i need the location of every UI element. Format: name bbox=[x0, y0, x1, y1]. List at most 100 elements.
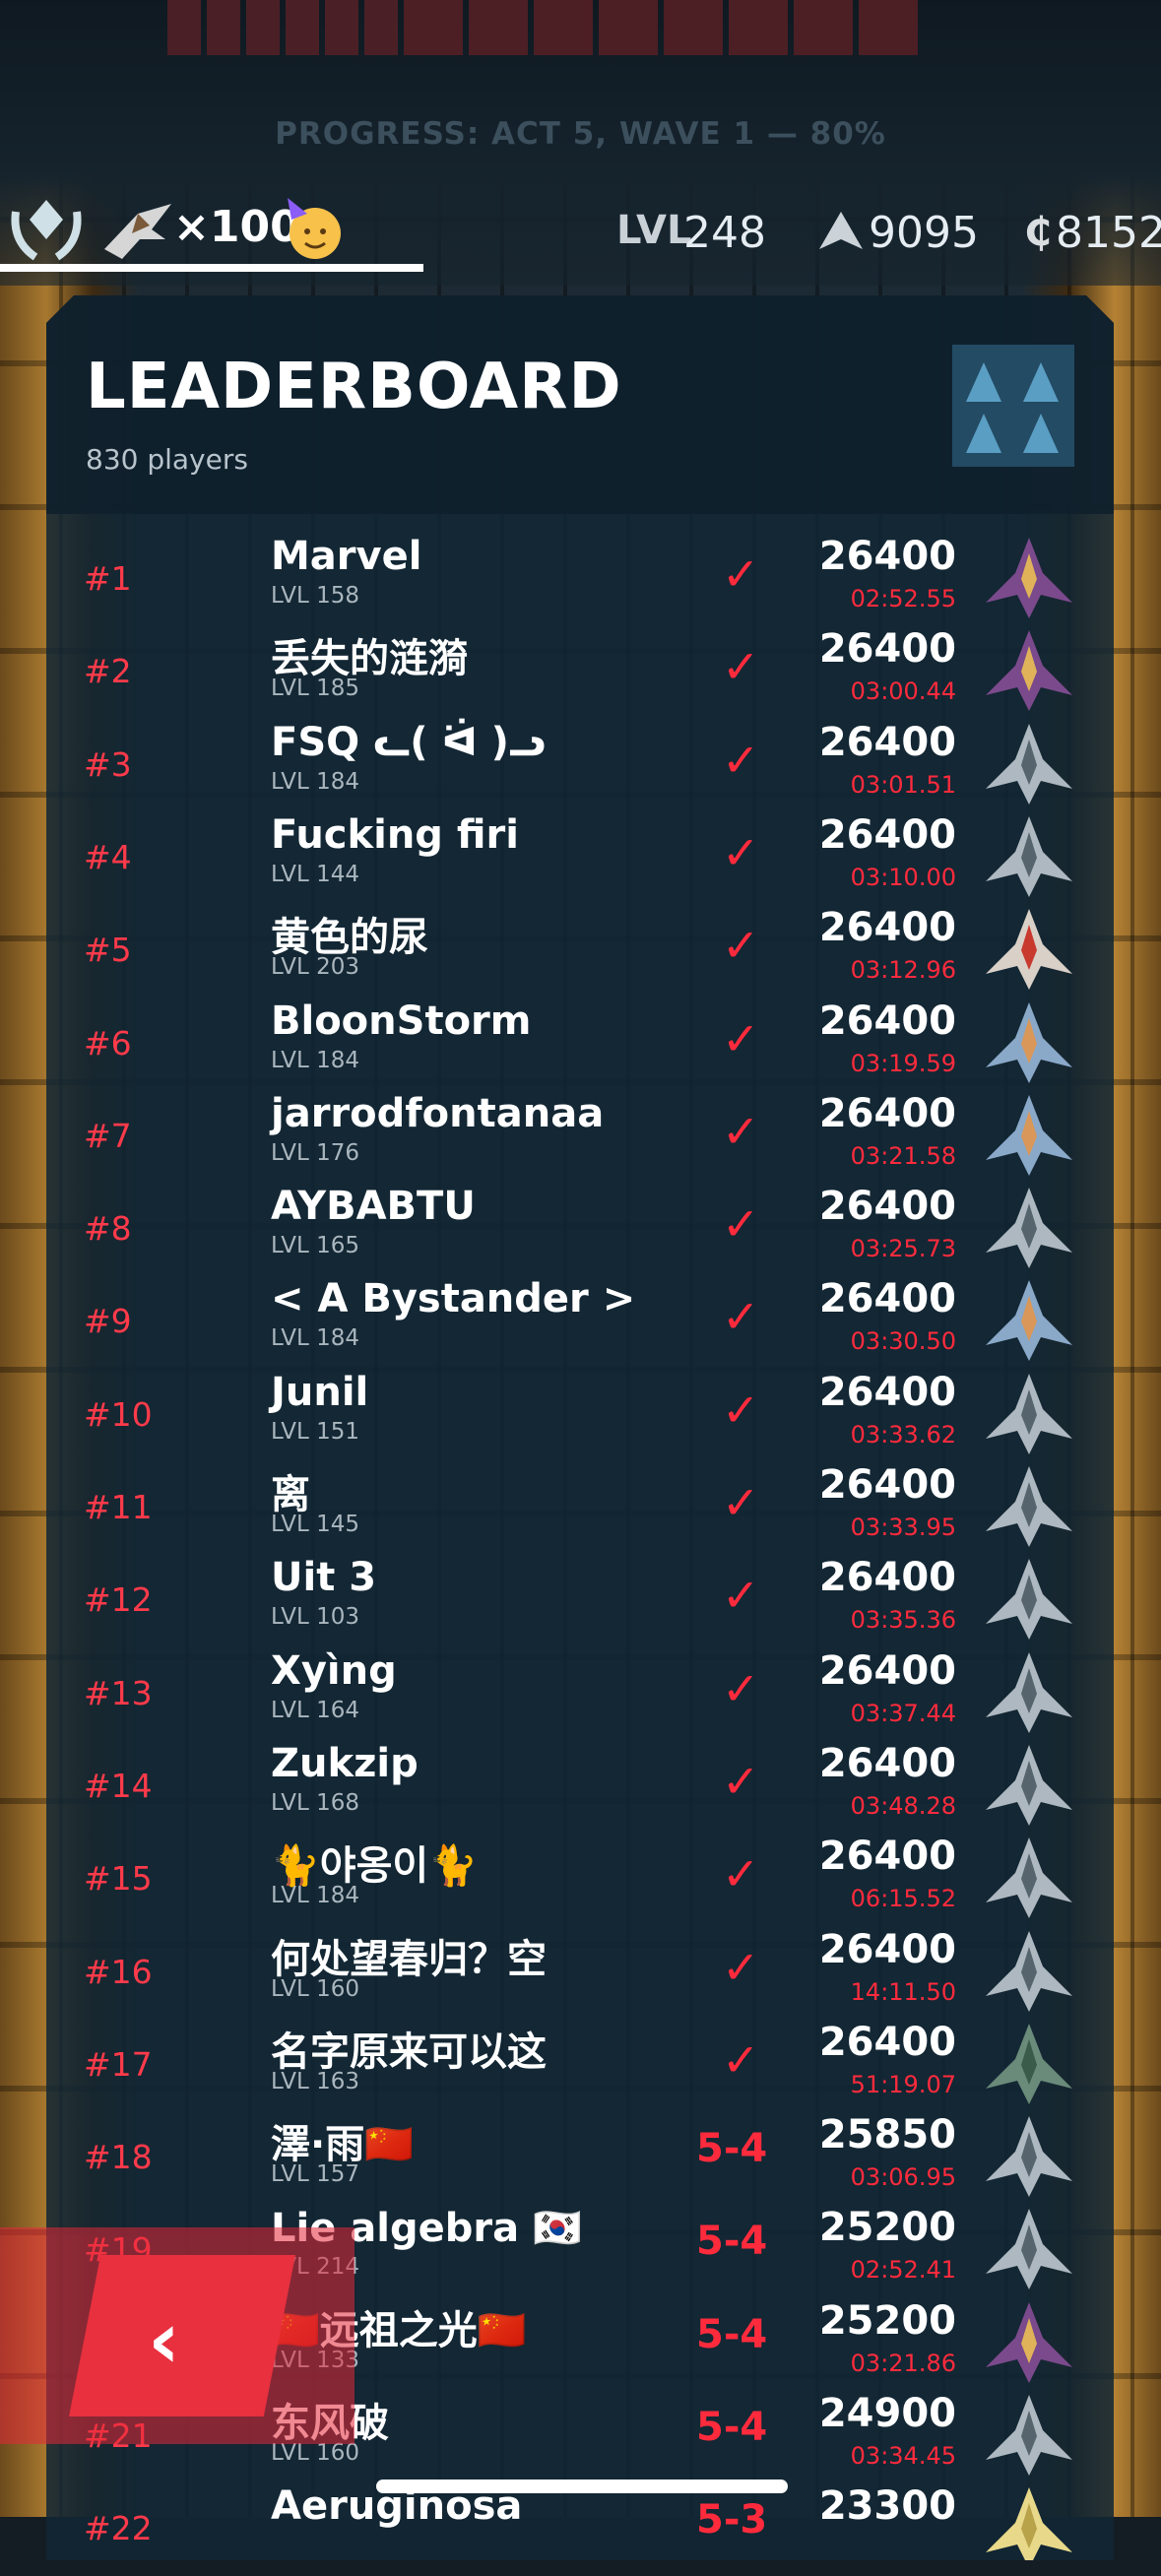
leaderboard-row[interactable]: #3 FSQ ᓚ( ᐛ )ᓗ LVL 184 ✓ 26400 03:01.51 bbox=[46, 720, 1114, 812]
leaderboard-row[interactable]: #1 Marvel LVL 158 ✓ 26400 02:52.55 bbox=[46, 534, 1114, 626]
leaderboard-title: LEADERBOARD bbox=[86, 351, 622, 423]
completion-time: 03:19.59 bbox=[850, 1049, 956, 1077]
player-level: LVL 184 bbox=[271, 1883, 360, 1909]
completed-checkmark-icon: ✓ bbox=[722, 1104, 760, 1158]
rank-number: #22 bbox=[84, 2509, 153, 2548]
completion-time: 03:10.00 bbox=[850, 863, 956, 891]
completed-checkmark-icon: ✓ bbox=[722, 547, 760, 601]
completed-checkmark-icon: ✓ bbox=[722, 1197, 760, 1252]
player-name: Zukzip bbox=[271, 1740, 419, 1786]
silver-ship-icon bbox=[986, 1188, 1072, 1269]
player-level: LVL 184 bbox=[271, 1047, 360, 1073]
player-score: 26400 bbox=[818, 1926, 956, 1972]
leaderboard-row[interactable]: #6 BloonStorm LVL 184 ✓ 26400 03:19.59 bbox=[46, 998, 1114, 1091]
completion-time: 03:12.96 bbox=[850, 956, 956, 985]
rank-number: #16 bbox=[84, 1952, 153, 1991]
ships-icon bbox=[819, 212, 863, 249]
leaderboard-row[interactable]: #13 Xyìng LVL 164 ✓ 26400 03:37.44 bbox=[46, 1648, 1114, 1741]
stage-reached: 5-4 bbox=[696, 2219, 768, 2265]
player-score: 26400 bbox=[818, 1647, 956, 1694]
player-score: 25850 bbox=[818, 2112, 956, 2158]
player-level: LVL 203 bbox=[271, 954, 360, 981]
player-level: LVL 144 bbox=[271, 861, 360, 887]
leaderboard-row[interactable]: #8 AYBABTU LVL 165 ✓ 26400 03:25.73 bbox=[46, 1184, 1114, 1276]
player-score: 26400 bbox=[818, 1369, 956, 1415]
completed-checkmark-icon: ✓ bbox=[722, 640, 760, 694]
player-score: 26400 bbox=[818, 1740, 956, 1786]
player-score: 26400 bbox=[818, 1555, 956, 1601]
leaderboard-row[interactable]: #4 Fucking firi LVL 144 ✓ 26400 03:10.00 bbox=[46, 812, 1114, 905]
back-button[interactable] bbox=[69, 2255, 295, 2416]
player-count: 830 players bbox=[86, 443, 248, 476]
rank-number: #2 bbox=[84, 652, 132, 691]
rank-number: #11 bbox=[84, 1488, 153, 1526]
ships-value: 9095 bbox=[869, 208, 979, 258]
leaderboard-row[interactable]: #18 澤·雨🇨🇳 LVL 157 5-4 25850 03:06.95 bbox=[46, 2112, 1114, 2205]
wave-progress-blocks bbox=[167, 0, 918, 55]
silver-ship-icon bbox=[986, 723, 1072, 805]
rank-number: #6 bbox=[84, 1023, 132, 1063]
leaderboard-row[interactable]: #5 黄色的尿 LVL 203 ✓ 26400 03:12.96 bbox=[46, 905, 1114, 998]
leaderboard-row[interactable]: #14 Zukzip LVL 168 ✓ 26400 03:48.28 bbox=[46, 1741, 1114, 1834]
leaderboard-panel: LEADERBOARD 830 players #1 Marvel LVL 158 ✓… bbox=[46, 295, 1114, 2560]
eagle-icon bbox=[104, 204, 171, 259]
leaderboard-row[interactable]: #15 🐈야옹이🐈 LVL 184 ✓ 26400 06:15.52 bbox=[46, 1834, 1114, 1926]
silver-ship-icon bbox=[986, 1466, 1072, 1547]
hud-status-bar: ×100 LVL 248 9095 ₵ 8152 bbox=[0, 192, 1161, 271]
leaderboard-row[interactable]: #22 Aeruginosa 5-3 23300 bbox=[46, 2483, 1114, 2560]
player-score: 26400 bbox=[818, 1834, 956, 1880]
red-ship-icon bbox=[986, 909, 1072, 991]
leaderboard-row[interactable]: #17 名字原来可以这 LVL 163 ✓ 26400 51:19.07 bbox=[46, 2020, 1114, 2112]
player-level: LVL 184 bbox=[271, 768, 360, 795]
player-level: LVL 163 bbox=[271, 2068, 360, 2094]
player-score: 23300 bbox=[818, 2483, 956, 2530]
player-score: 26400 bbox=[818, 1276, 956, 1322]
laurel-rank-icon[interactable] bbox=[6, 192, 87, 267]
player-name: Junil bbox=[271, 1369, 369, 1415]
rank-number: #7 bbox=[84, 1116, 132, 1155]
home-indicator[interactable] bbox=[376, 2479, 788, 2493]
leaderboard-row[interactable]: #10 Junil LVL 151 ✓ 26400 03:33.62 bbox=[46, 1370, 1114, 1462]
player-name: Marvel bbox=[271, 534, 422, 579]
rank-number: #17 bbox=[84, 2044, 153, 2084]
player-level: LVL 176 bbox=[271, 1139, 360, 1166]
rank-number: #18 bbox=[84, 2138, 153, 2177]
completion-time: 03:21.58 bbox=[850, 1141, 956, 1170]
rank-number: #1 bbox=[84, 559, 132, 598]
leaderboard-row[interactable]: #2 丢失的涟漪 LVL 185 ✓ 26400 03:00.44 bbox=[46, 626, 1114, 719]
player-name: AYBABTU bbox=[271, 1184, 476, 1230]
completion-time: 03:21.86 bbox=[850, 2349, 956, 2377]
completed-checkmark-icon: ✓ bbox=[722, 919, 760, 973]
completed-checkmark-icon: ✓ bbox=[722, 825, 760, 879]
player-score: 26400 bbox=[818, 998, 956, 1044]
completion-time: 02:52.41 bbox=[850, 2256, 956, 2285]
leaderboard-row[interactable]: #7 jarrodfontanaa LVL 176 ✓ 26400 03:21.58 bbox=[46, 1091, 1114, 1184]
back-chevron-icon: ‹ bbox=[148, 2294, 180, 2386]
player-score: 26400 bbox=[818, 1184, 956, 1230]
silver-ship-icon bbox=[986, 1373, 1072, 1454]
rank-number: #9 bbox=[84, 1302, 132, 1341]
player-level: LVL 151 bbox=[271, 1418, 360, 1445]
player-level: LVL 168 bbox=[271, 1789, 360, 1816]
leaderboard-header: LEADERBOARD 830 players bbox=[46, 295, 1114, 514]
silver-ship-icon bbox=[986, 1744, 1072, 1826]
leaderboard-row[interactable]: #9 < A Bystander > LVL 184 ✓ 26400 03:30.50 bbox=[46, 1276, 1114, 1369]
player-score: 26400 bbox=[818, 1090, 956, 1136]
completion-time: 06:15.52 bbox=[850, 1885, 956, 1913]
formation-icon[interactable] bbox=[952, 345, 1074, 467]
completion-time: 03:37.44 bbox=[850, 1699, 956, 1727]
completion-time: 14:11.50 bbox=[850, 1977, 956, 2006]
rank-number: #4 bbox=[84, 837, 132, 876]
leaderboard-row[interactable]: #11 离 LVL 145 ✓ 26400 03:33.95 bbox=[46, 1462, 1114, 1555]
completed-checkmark-icon: ✓ bbox=[722, 1847, 760, 1901]
player-name: Xyìng bbox=[271, 1647, 397, 1694]
silver-ship-icon bbox=[986, 2395, 1072, 2476]
silver-ship-icon bbox=[986, 1837, 1072, 1919]
leaderboard-row[interactable]: #12 Uit 3 LVL 103 ✓ 26400 03:35.36 bbox=[46, 1555, 1114, 1647]
player-score: 26400 bbox=[818, 1462, 956, 1508]
purple-ship-icon bbox=[986, 2301, 1072, 2383]
player-level: LVL 160 bbox=[271, 1975, 360, 2002]
stage-reached: 5-4 bbox=[696, 2311, 768, 2357]
leaderboard-row[interactable]: #16 何处望春归？空 LVL 160 ✓ 26400 14:11.50 bbox=[46, 1927, 1114, 2020]
player-level: LVL 157 bbox=[271, 2161, 360, 2188]
